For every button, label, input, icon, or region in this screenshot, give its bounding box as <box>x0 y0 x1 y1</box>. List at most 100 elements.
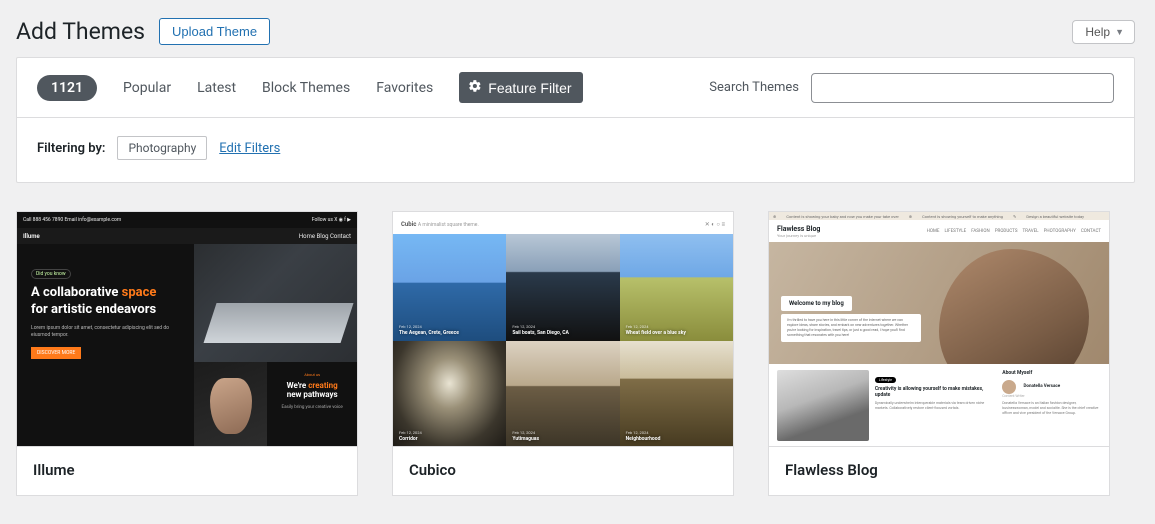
cell-date: Feb 12, 2024 <box>626 324 686 329</box>
cubico-cell: Feb 12, 2024Neighbourhood <box>620 341 733 448</box>
illume-ha: A collaborative <box>31 285 122 300</box>
theme-count-badge: 1121 <box>37 75 97 101</box>
help-tab-button[interactable]: Help ▼ <box>1072 20 1135 44</box>
search-wrap: Search Themes <box>709 73 1114 103</box>
illume-sb: creating <box>308 381 338 390</box>
illume-side-text: About us We're creatingnew pathways Easi… <box>267 362 357 447</box>
filter-panel: 1121 Popular Latest Block Themes Favorit… <box>16 57 1135 183</box>
edit-filters-link[interactable]: Edit Filters <box>219 141 280 156</box>
article-pill: Lifestyle <box>875 377 896 383</box>
filtering-by-label: Filtering by: <box>37 141 105 156</box>
cell-date: Feb 12, 2024 <box>512 430 539 435</box>
flawless-nav: HOME LIFESTYLE FASHION PRODUCTS TRAVEL P… <box>927 229 1101 234</box>
aside-heading: About Myself <box>1002 370 1101 376</box>
cubico-cell: Feb 12, 2024Wheat field over a blue sky <box>620 234 733 341</box>
fl-bar-a: Content is showing your baby and now you… <box>786 214 898 219</box>
cubico-brand: Cubic <box>401 221 416 228</box>
cubico-cell: Feb 12, 2024Sail boats, San Diego, CA <box>506 234 619 341</box>
theme-name: Flawless Blog <box>769 447 1109 495</box>
illume-side-chip: About us <box>275 372 349 377</box>
theme-screenshot: Cubic A minimalist square theme. ✕ ◐ ○ ≡… <box>393 212 733 447</box>
feature-filter-button[interactable]: Feature Filter <box>459 72 582 103</box>
aside-bio: Donatella Versace is an Italian fashion … <box>1002 401 1101 416</box>
search-input[interactable] <box>811 73 1114 103</box>
nav-i: TRAVEL <box>1023 229 1039 234</box>
flawless-brand: Flawless Blog <box>777 225 820 233</box>
theme-name: Illume <box>17 447 357 495</box>
theme-card-flawless-blog[interactable]: ⊕Content is showing your baby and now yo… <box>768 211 1110 496</box>
cubico-tagline: A minimalist square theme. <box>418 222 479 228</box>
cell-title: Yutimaguas <box>512 436 539 442</box>
illume-cta: DISCOVER MORE <box>31 347 81 359</box>
illume-brand: Illume <box>23 233 40 240</box>
illume-hc: for artistic endeavors <box>31 302 156 317</box>
tab-favorites[interactable]: Favorites <box>376 80 433 96</box>
tab-latest[interactable]: Latest <box>197 80 236 96</box>
cell-date: Feb 12, 2024 <box>399 324 459 329</box>
illume-nav: Home Blog Contact <box>299 233 351 240</box>
cell-date: Feb 12, 2024 <box>512 324 569 329</box>
illume-para: Lorem ipsum dolor sit amet, consectetur … <box>31 325 180 339</box>
theme-card-illume[interactable]: Call 888 456 7890 Email info@example.com… <box>16 211 358 496</box>
flawless-hero-text: I'm thrilled to have you here in this li… <box>781 314 921 342</box>
cubico-header-icons: ✕ ◐ ○ ≡ <box>705 221 725 228</box>
cell-date: Feb 12, 2024 <box>399 430 422 435</box>
cell-title: The Aegean, Crete, Greece <box>399 330 459 336</box>
page-header: Add Themes Upload Theme Help ▼ <box>16 10 1135 57</box>
tab-block-themes[interactable]: Block Themes <box>262 80 350 96</box>
help-label: Help <box>1085 25 1110 39</box>
cubico-cell: Feb 12, 2024Yutimaguas <box>506 341 619 448</box>
cubico-cell: Feb 12, 2024The Aegean, Crete, Greece <box>393 234 506 341</box>
theme-name: Cubico <box>393 447 733 495</box>
article-title: Creativity is allowing yourself to make … <box>875 386 994 398</box>
cell-date: Feb 12, 2024 <box>626 430 661 435</box>
cubico-grid: Feb 12, 2024The Aegean, Crete, Greece Fe… <box>393 234 733 447</box>
nav-i: CONTACT <box>1081 229 1101 234</box>
themes-grid: Call 888 456 7890 Email info@example.com… <box>16 211 1135 496</box>
illume-side-sub: Easily bring your creative voice <box>275 405 349 410</box>
illume-chip: Did you know <box>31 269 71 279</box>
theme-screenshot: ⊕Content is showing your baby and now yo… <box>769 212 1109 447</box>
header-left: Add Themes Upload Theme <box>16 18 270 45</box>
nav-i: HOME <box>927 229 940 234</box>
illume-sa: We're <box>287 381 309 390</box>
nav-i: LIFESTYLE <box>944 229 966 234</box>
aside-role: Content Writer <box>1002 394 1101 398</box>
filter-tag-photography[interactable]: Photography <box>117 136 207 160</box>
tab-popular[interactable]: Popular <box>123 80 171 96</box>
cell-title: Sail boats, San Diego, CA <box>512 330 569 336</box>
flawless-sub: Your journey is unique <box>777 233 820 238</box>
gear-icon <box>468 79 482 96</box>
flawless-article-image <box>777 370 869 441</box>
nav-i: PHOTOGRAPHY <box>1044 229 1076 234</box>
cubico-cell: Feb 12, 2024Corridor <box>393 341 506 448</box>
illume-room-image <box>194 244 357 362</box>
cell-title: Neighbourhood <box>626 436 661 442</box>
chevron-down-icon: ▼ <box>1115 27 1124 37</box>
search-label: Search Themes <box>709 80 799 95</box>
cell-title: Corridor <box>399 436 418 442</box>
flawless-hero-tag: Welcome to my blog <box>781 296 852 311</box>
flawless-hero: Welcome to my blog I'm thrilled to have … <box>769 242 1109 364</box>
upload-theme-button[interactable]: Upload Theme <box>159 18 270 45</box>
illume-topbar-right: Follow us X ◉ f ▶ <box>312 217 351 223</box>
filter-bottom-row: Filtering by: Photography Edit Filters <box>17 118 1134 182</box>
avatar-icon <box>1002 380 1016 394</box>
page-title: Add Themes <box>16 18 145 45</box>
theme-card-cubico[interactable]: Cubic A minimalist square theme. ✕ ◐ ○ ≡… <box>392 211 734 496</box>
illume-portrait-image <box>194 362 268 447</box>
illume-headline: A collaborative space for artistic endea… <box>31 285 180 319</box>
cell-title: Wheat field over a blue sky <box>626 330 686 336</box>
nav-i: PRODUCTS <box>995 229 1018 234</box>
illume-hb: space <box>122 285 157 300</box>
illume-sc: new pathways <box>287 390 338 399</box>
theme-screenshot: Call 888 456 7890 Email info@example.com… <box>17 212 357 447</box>
fl-bar-b: Content is showing yourself to make anyt… <box>922 214 1003 219</box>
feature-filter-label: Feature Filter <box>488 80 571 96</box>
flawless-article: Lifestyle Creativity is allowing yoursel… <box>875 370 994 441</box>
fl-bar-c: Design a beautiful website today <box>1026 214 1084 219</box>
article-text: Dynamically underwhelm interoperable mat… <box>875 401 994 411</box>
filter-tabs: 1121 Popular Latest Block Themes Favorit… <box>37 72 583 103</box>
illume-topbar-left: Call 888 456 7890 Email info@example.com <box>23 217 121 223</box>
nav-i: FASHION <box>971 229 989 234</box>
